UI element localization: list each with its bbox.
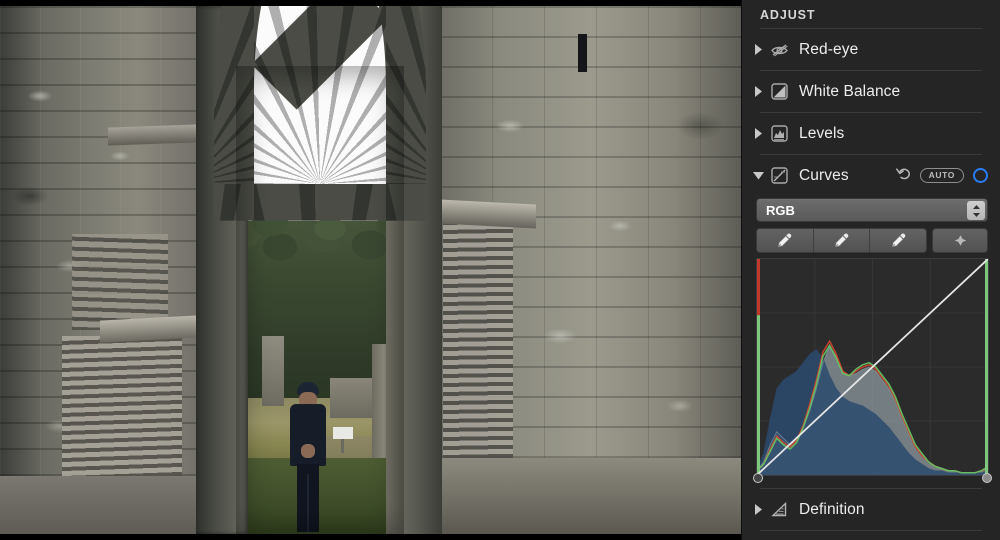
photo-viewer[interactable]	[0, 0, 741, 540]
curves-tool-row	[742, 222, 1000, 253]
wall-slot-window	[578, 34, 587, 72]
arch-inner-shadow	[236, 66, 404, 534]
curves-enable-toggle[interactable]	[973, 168, 988, 183]
auto-enhance-button[interactable]	[933, 229, 987, 252]
curves-graph[interactable]	[753, 258, 992, 483]
levels-icon	[769, 123, 790, 144]
right-rubble	[443, 216, 513, 476]
channel-select-value: RGB	[766, 202, 795, 218]
section-label: Curves	[799, 166, 849, 184]
eye-slash-icon	[769, 39, 790, 60]
disclosure-triangle-collapsed-icon[interactable]	[752, 128, 765, 139]
left-ledge-upper	[108, 124, 198, 146]
section-label: Definition	[799, 500, 865, 518]
white-balance-icon	[769, 81, 790, 102]
black-point-eyedropper-button[interactable]	[757, 229, 814, 252]
left-base-block	[0, 476, 210, 534]
letterbox-top	[0, 0, 741, 6]
white-point-handle[interactable]	[982, 473, 992, 483]
section-label: Red-eye	[799, 40, 859, 58]
channel-select-wrap: RGB	[742, 196, 1000, 222]
gothic-arch	[196, 6, 442, 534]
right-ledge	[440, 199, 536, 229]
section-definition[interactable]: Definition	[742, 489, 1000, 530]
chevron-updown-icon[interactable]	[967, 201, 985, 220]
channel-select[interactable]: RGB	[756, 198, 988, 222]
disclosure-triangle-expanded-icon[interactable]	[752, 171, 765, 180]
gray-point-eyedropper-button[interactable]	[813, 229, 871, 252]
histogram-plot[interactable]	[757, 259, 988, 475]
section-red-eye[interactable]: Red-eye	[742, 29, 1000, 70]
section-label: White Balance	[799, 82, 901, 100]
disclosure-triangle-collapsed-icon[interactable]	[752, 44, 765, 55]
section-label: Levels	[799, 124, 845, 142]
white-point-eyedropper-button[interactable]	[870, 229, 926, 252]
right-base-block	[400, 458, 741, 534]
panel-title: ADJUST	[760, 8, 816, 22]
photo-editor-window: ADJUST Red-eye White Balance Levels Curv…	[0, 0, 1000, 540]
adjust-panel: ADJUST Red-eye White Balance Levels Curv…	[741, 0, 1000, 540]
section-selective-color[interactable]: Selective Color	[742, 531, 1000, 540]
curves-icon	[769, 165, 790, 186]
eyedropper-group	[756, 228, 927, 253]
left-rubble-upper	[72, 234, 168, 330]
auto-enhance-group	[932, 228, 988, 253]
letterbox-bottom	[0, 534, 741, 540]
auto-button[interactable]: AUTO	[919, 167, 964, 184]
curves-graph-wrap	[742, 253, 1000, 483]
disclosure-triangle-collapsed-icon[interactable]	[752, 86, 765, 97]
section-white-balance[interactable]: White Balance	[742, 71, 1000, 112]
black-point-handle[interactable]	[753, 473, 763, 483]
section-curves[interactable]: Curves AUTO	[742, 155, 1000, 196]
disclosure-triangle-collapsed-icon[interactable]	[752, 504, 765, 515]
undo-icon[interactable]	[895, 166, 911, 185]
curves-controls: AUTO	[895, 166, 988, 185]
photo-image[interactable]	[0, 6, 741, 534]
section-levels[interactable]: Levels	[742, 113, 1000, 154]
definition-icon	[769, 499, 790, 520]
